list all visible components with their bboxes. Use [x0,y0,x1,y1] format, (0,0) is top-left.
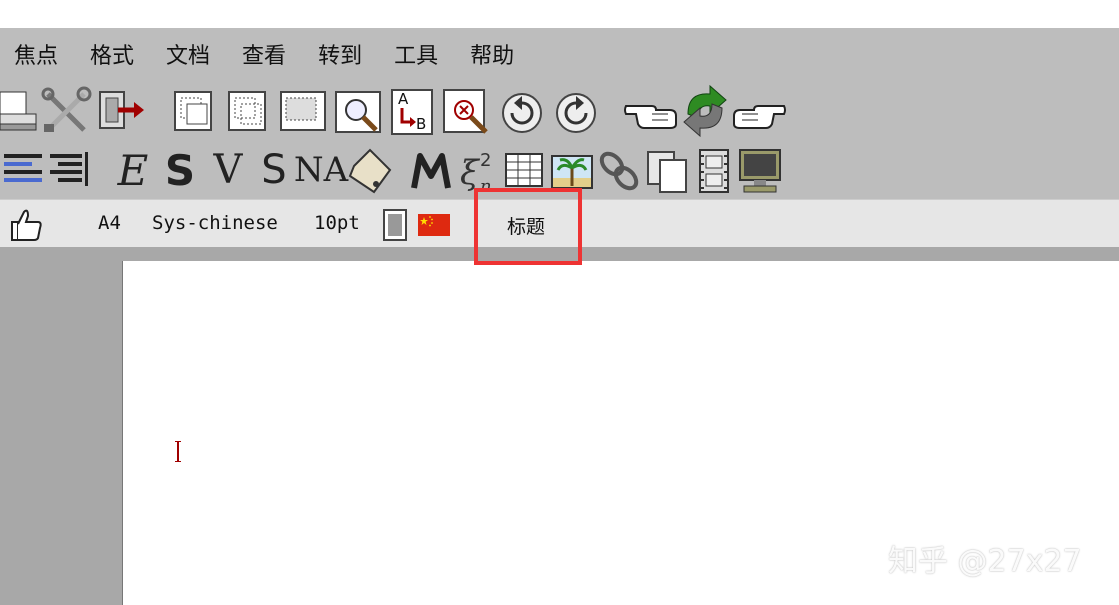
emphasize-style-button[interactable]: E [112,146,154,195]
small-caps-button[interactable]: NA [294,146,348,194]
text-cursor [175,441,181,462]
language-font-label[interactable]: Sys-chinese [152,212,278,234]
quit-icon[interactable] [96,86,148,136]
menu-tools[interactable]: 工具 [394,38,438,70]
label-tag-icon[interactable] [346,146,394,196]
menu-format[interactable]: 格式 [90,38,134,70]
verbatim-style-button[interactable]: V [208,146,248,194]
replace-letter-b: B [416,115,426,133]
svg-text:ξ: ξ [460,153,481,193]
spell-check-icon[interactable] [442,86,494,136]
hyperlink-icon[interactable] [596,148,642,194]
menu-bar: 焦点 格式 文档 查看 转到 工具 帮助 [0,28,1119,80]
copy-icon[interactable] [172,86,218,136]
highlight-box [474,188,582,265]
hand-point-right-icon[interactable] [732,86,788,136]
undo-icon[interactable] [498,86,546,136]
paste-icon[interactable] [278,86,328,136]
align-right-icon[interactable] [48,150,90,190]
video-film-icon[interactable] [694,146,734,196]
hand-point-left-icon[interactable] [622,86,678,136]
refresh-icon[interactable] [680,84,730,138]
redo-icon[interactable] [552,86,600,136]
menu-document[interactable]: 文档 [166,38,210,70]
paper-size-label[interactable]: A4 [98,212,121,234]
top-strip [0,0,1119,28]
preferences-tools-icon[interactable] [40,86,92,136]
align-left-icon[interactable] [2,150,44,190]
font-size-label[interactable]: 10pt [314,212,360,234]
color-swatch[interactable] [383,209,407,241]
watermark-text: 知乎 @27x27 [888,544,1082,579]
menu-help[interactable]: 帮助 [470,38,514,70]
strong-style-button[interactable]: S [160,146,200,195]
chinese-flag-icon[interactable] [418,214,450,236]
replace-letter-a: A [398,90,409,108]
session-monitor-icon[interactable] [738,146,782,196]
document-left-margin [0,261,122,605]
printer-icon[interactable] [0,86,38,136]
cut-icon[interactable] [226,86,272,136]
menu-go[interactable]: 转到 [318,38,362,70]
table-icon[interactable] [504,150,544,190]
search-icon[interactable] [334,86,384,136]
math-sup-text: 2 [480,150,491,171]
sans-style-button[interactable]: S [254,146,294,194]
replace-icon[interactable]: A B [390,86,436,136]
menu-view[interactable]: 查看 [242,38,286,70]
thumbs-up-icon[interactable] [8,206,44,242]
menu-focus[interactable]: 焦点 [14,38,58,70]
include-file-icon[interactable] [646,148,690,194]
math-macro-icon[interactable] [410,148,452,194]
main-toolbar: A B [0,80,1119,143]
